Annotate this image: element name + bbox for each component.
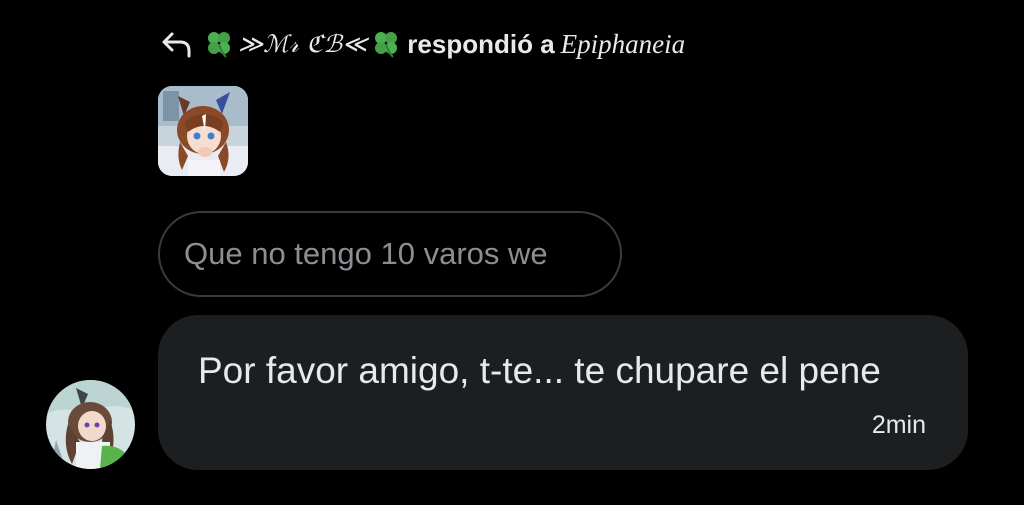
target-name[interactable]: Epiphaneia — [561, 29, 685, 60]
message-text: Por favor amigo, t-te... te chupare el p… — [198, 350, 881, 391]
replied-label: respondió a — [407, 28, 555, 59]
message-bubble[interactable]: Por favor amigo, t-te... te chupare el p… — [158, 315, 968, 470]
story-thumbnail[interactable] — [158, 86, 248, 176]
avatar[interactable] — [46, 380, 135, 469]
message-timestamp: 2min — [871, 411, 926, 439]
four-leaf-clover-icon — [371, 29, 401, 59]
reply-arrow-icon — [160, 29, 194, 59]
four-leaf-clover-icon — [204, 29, 234, 59]
dm-thread: ≫ℳ𝓇 ℭℬ≪ respondió a Epiphaneia Que no te… — [0, 0, 1024, 505]
reply-header: ≫ℳ𝓇 ℭℬ≪ respondió a Epiphaneia — [160, 26, 685, 62]
quoted-story-text[interactable]: Que no tengo 10 varos we — [158, 211, 622, 297]
quoted-story-label: Que no tengo 10 varos we — [184, 236, 548, 271]
sender-name[interactable]: ≫ℳ𝓇 ℭℬ≪ — [238, 30, 367, 58]
